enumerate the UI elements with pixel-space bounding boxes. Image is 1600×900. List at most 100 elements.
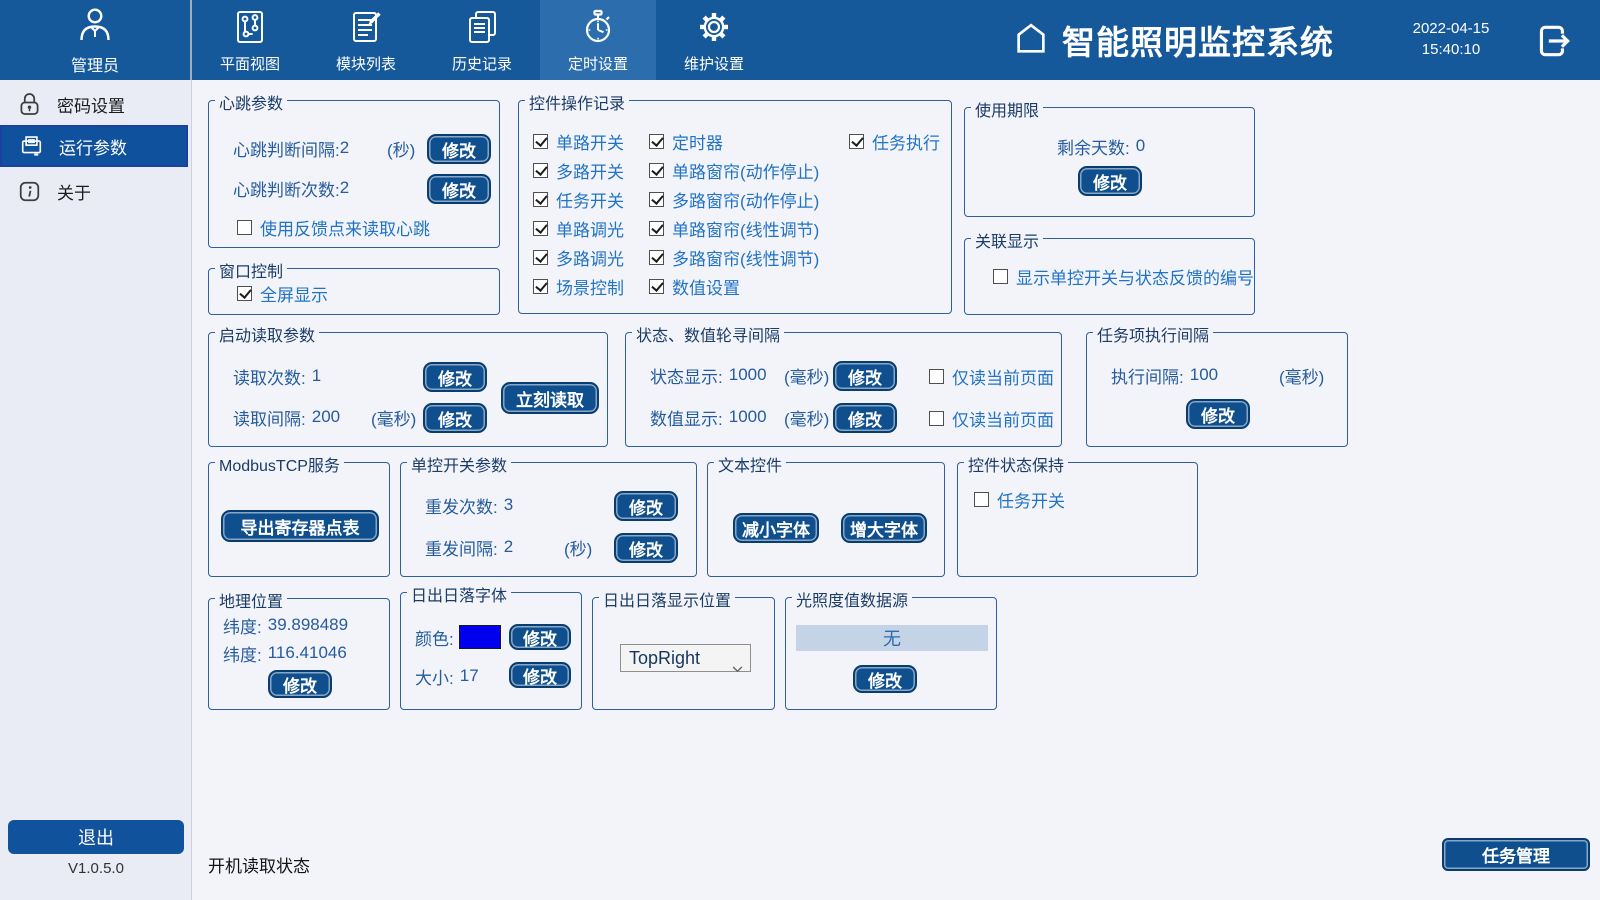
checkbox-multi-curtain-stop[interactable]: 多路窗帘(动作停止)	[649, 189, 819, 209]
modify-font-size-button[interactable]: 修改	[509, 662, 571, 688]
decrease-font-button[interactable]: 减小字体	[733, 513, 819, 543]
checkbox-feedback-heartbeat[interactable]: 使用反馈点来读取心跳	[237, 217, 430, 237]
checkbox-scene-control[interactable]: 场景控制	[533, 276, 624, 296]
logout-icon[interactable]	[1532, 20, 1574, 62]
modify-font-color-button[interactable]: 修改	[509, 624, 571, 650]
modify-status-display-button[interactable]: 修改	[833, 361, 897, 391]
sunrise-position-select[interactable]: TopRight	[620, 644, 751, 672]
exec-interval-value: 100	[1190, 365, 1218, 385]
checkbox[interactable]	[533, 134, 548, 149]
read-now-button[interactable]: 立刻读取	[501, 382, 599, 414]
group-title: 使用期限	[971, 97, 1043, 121]
checkbox-single-switch[interactable]: 单路开关	[533, 131, 624, 151]
lux-source-select[interactable]: 无	[796, 625, 988, 651]
checkbox[interactable]	[974, 492, 989, 507]
modify-lux-source-button[interactable]: 修改	[853, 665, 917, 693]
sidebar-item-label: 关于	[57, 179, 91, 204]
checkbox-multi-dim[interactable]: 多路调光	[533, 247, 624, 267]
status-display-unit: (毫秒)	[784, 361, 829, 389]
tab-history[interactable]: 历史记录	[424, 0, 540, 80]
checkbox[interactable]	[533, 163, 548, 178]
read-count-value: 1	[312, 366, 321, 386]
group-title: 单控开关参数	[407, 452, 511, 476]
modify-read-count-button[interactable]: 修改	[423, 362, 487, 392]
checkbox-single-curtain-stop[interactable]: 单路窗帘(动作停止)	[649, 160, 819, 180]
checkbox[interactable]	[929, 411, 944, 426]
remaining-days-value: 0	[1136, 136, 1145, 156]
top-bar: 管理员 平面视图 模块	[0, 0, 1600, 80]
checkbox[interactable]	[649, 192, 664, 207]
checkbox[interactable]	[237, 220, 252, 235]
checkbox[interactable]	[533, 221, 548, 236]
sidebar-item-run-params[interactable]: 运行参数	[0, 125, 188, 167]
task-manage-button[interactable]: 任务管理	[1442, 838, 1590, 871]
tab-module-list[interactable]: 模块列表	[308, 0, 424, 80]
checkbox-value-set[interactable]: 数值设置	[649, 276, 740, 296]
checkbox-timer[interactable]: 定时器	[649, 131, 723, 151]
checkbox[interactable]	[237, 286, 252, 301]
checkbox-multi-curtain-linear[interactable]: 多路窗帘(线性调节)	[649, 247, 819, 267]
checkbox-single-dim[interactable]: 单路调光	[533, 218, 624, 238]
modify-resend-interval-button[interactable]: 修改	[614, 533, 678, 563]
status-display-value: 1000	[729, 365, 767, 385]
timer-icon	[578, 7, 618, 52]
group-title: 文本控件	[714, 452, 786, 476]
checkbox[interactable]	[649, 163, 664, 178]
home-icon	[1012, 19, 1050, 62]
modify-heartbeat-interval-button[interactable]: 修改	[427, 134, 491, 164]
checkbox[interactable]	[929, 369, 944, 384]
checkbox[interactable]	[649, 134, 664, 149]
checkbox-label: 使用反馈点来读取心跳	[260, 215, 430, 240]
checkbox-single-curtain-linear[interactable]: 单路窗帘(线性调节)	[649, 218, 819, 238]
checkbox-label: 全屏显示	[260, 281, 328, 306]
latitude-value: 39.898489	[268, 615, 348, 635]
checkbox-value-current-page-only[interactable]: 仅读当前页面	[929, 408, 1054, 428]
tab-maintenance-settings[interactable]: 维护设置	[656, 0, 772, 80]
font-color-swatch	[459, 625, 501, 649]
increase-font-button[interactable]: 增大字体	[841, 513, 927, 543]
checkbox-task-switch-keep[interactable]: 任务开关	[974, 489, 1065, 509]
tab-plan-view[interactable]: 平面视图	[192, 0, 308, 80]
modify-resend-count-button[interactable]: 修改	[614, 491, 678, 521]
checkbox-fullscreen[interactable]: 全屏显示	[237, 283, 328, 303]
modify-heartbeat-count-button[interactable]: 修改	[427, 174, 491, 204]
checkbox[interactable]	[849, 134, 864, 149]
value-display-unit: (毫秒)	[784, 403, 829, 431]
checkbox[interactable]	[533, 192, 548, 207]
heartbeat-interval-value: 2	[340, 138, 349, 158]
checkbox[interactable]	[993, 269, 1008, 284]
modify-geo-button[interactable]: 修改	[268, 670, 332, 698]
group-single-switch-params: 单控开关参数 重发次数:3 修改 重发间隔:2 (秒) 修改	[400, 462, 697, 577]
checkbox[interactable]	[533, 279, 548, 294]
group-title: 光照度值数据源	[792, 587, 912, 611]
sidebar-item-about[interactable]: 关于	[0, 172, 190, 210]
exit-button[interactable]: 退出	[8, 820, 184, 854]
modify-value-display-button[interactable]: 修改	[833, 403, 897, 433]
modify-usage-limit-button[interactable]: 修改	[1078, 166, 1142, 196]
top-nav: 平面视图 模块列表 历史记录	[192, 0, 772, 80]
floorplan-icon	[230, 7, 270, 52]
person-icon	[75, 5, 115, 50]
checkbox-status-current-page-only[interactable]: 仅读当前页面	[929, 366, 1054, 386]
checkbox[interactable]	[649, 221, 664, 236]
group-title: 任务项执行间隔	[1093, 322, 1213, 346]
checkbox[interactable]	[649, 250, 664, 265]
checkbox-multi-switch[interactable]: 多路开关	[533, 160, 624, 180]
heartbeat-count-label: 心跳判断次数:2	[233, 174, 349, 202]
modify-read-interval-button[interactable]: 修改	[423, 403, 487, 433]
checkbox[interactable]	[533, 250, 548, 265]
group-assoc-display: 关联显示 显示单控开关与状态反馈的编号	[964, 238, 1255, 315]
modify-exec-interval-button[interactable]: 修改	[1186, 399, 1250, 429]
resend-count-label: 重发次数:3	[425, 491, 513, 519]
checkbox-show-switch-feedback-number[interactable]: 显示单控开关与状态反馈的编号	[993, 266, 1254, 286]
sidebar-item-password-settings[interactable]: 密码设置	[0, 85, 190, 123]
user-label: 管理员	[71, 52, 119, 76]
checkbox[interactable]	[649, 279, 664, 294]
tab-timer-settings[interactable]: 定时设置	[540, 0, 656, 80]
group-text-widget: 文本控件 减小字体 增大字体	[707, 462, 945, 577]
checkbox-label: 任务开关	[997, 487, 1065, 512]
exec-interval-unit: (毫秒)	[1279, 361, 1324, 389]
export-register-table-button[interactable]: 导出寄存器点表	[221, 510, 379, 542]
checkbox-task-switch[interactable]: 任务开关	[533, 189, 624, 209]
checkbox-task-exec[interactable]: 任务执行	[849, 131, 940, 151]
